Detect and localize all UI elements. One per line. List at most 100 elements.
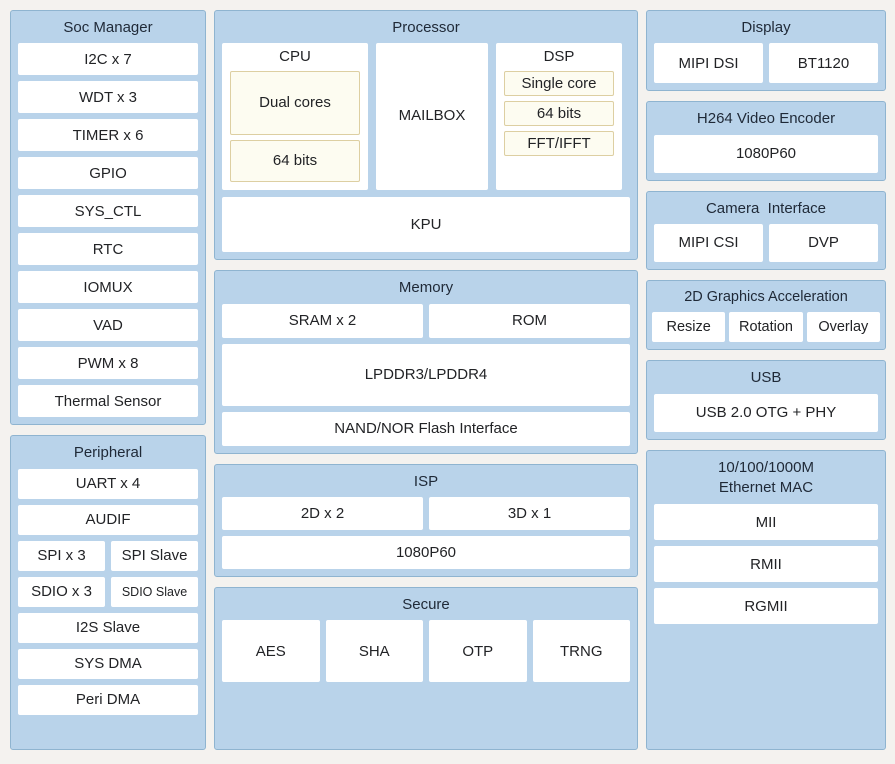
panel-video-encoder: H264 Video Encoder 1080P60 <box>646 101 886 181</box>
block-wdt: WDT x 3 <box>18 81 198 114</box>
soc-manager-items: I2C x 7 WDT x 3 TIMER x 6 GPIO SYS_CTL R… <box>18 43 198 418</box>
panel-memory: Memory SRAM x 2 ROM LPDDR3/LPDDR4 NAND/N… <box>214 270 638 454</box>
panel-title-isp: ISP <box>413 472 439 490</box>
panel-processor: Processor CPU Dual cores 64 bits MAILBOX <box>214 10 638 261</box>
block-i2s-slave: I2S Slave <box>18 612 198 643</box>
cpu-title: CPU <box>279 48 311 66</box>
block-audif: AUDIF <box>18 504 198 535</box>
block-mipi-dsi: MIPI DSI <box>654 43 763 84</box>
isp-body: 2D x 2 3D x 1 1080P60 <box>222 496 630 569</box>
block-flash-interface: NAND/NOR Flash Interface <box>222 411 630 446</box>
display-row: MIPI DSI BT1120 <box>654 43 878 84</box>
panel-title-soc-manager: Soc Manager <box>63 19 153 36</box>
block-thermal-sensor: Thermal Sensor <box>18 385 198 418</box>
dsp-title: DSP <box>543 48 575 66</box>
block-sha: SHA <box>325 620 423 682</box>
block-sys-dma: SYS DMA <box>18 648 198 679</box>
panel-camera-interface: Camera Interface MIPI CSI DVP <box>646 190 886 270</box>
dsp-feature-core: Single core <box>504 71 614 97</box>
block-rtc: RTC <box>18 233 198 266</box>
block-bt1120: BT1120 <box>769 43 878 84</box>
peripheral-items: UART x 4 AUDIF SPI x 3 SPI Slave SDIO x … <box>18 468 198 743</box>
mailbox-label: MAILBOX <box>398 106 466 124</box>
right-column: Display MIPI DSI BT1120 H264 Video Encod… <box>646 10 886 750</box>
block-rotation: Rotation <box>729 312 803 343</box>
processor-body: CPU Dual cores 64 bits MAILBOX DSP Singl… <box>222 43 630 253</box>
block-sdio-slave: SDIO Slave <box>111 576 198 607</box>
ethernet-body: MII RMII RGMII <box>654 504 878 742</box>
secure-row: AES SHA OTP TRNG <box>222 620 630 742</box>
panel-peripheral: Peripheral UART x 4 AUDIF SPI x 3 SPI Sl… <box>10 435 206 750</box>
isp-top-row: 2D x 2 3D x 1 <box>222 496 630 530</box>
panel-soc-manager: Soc Manager I2C x 7 WDT x 3 TIMER x 6 GP… <box>10 10 206 426</box>
cpu-feature-width: 64 bits <box>230 139 360 183</box>
memory-top-row: SRAM x 2 ROM <box>222 303 630 338</box>
memory-body: SRAM x 2 ROM LPDDR3/LPDDR4 NAND/NOR Flas… <box>222 303 630 446</box>
peripheral-sdio-row: SDIO x 3 SDIO Slave <box>18 576 198 607</box>
panel-title-memory: Memory <box>398 279 454 297</box>
block-mipi-csi: MIPI CSI <box>654 223 763 262</box>
dsp-features: Single core 64 bits FFT/IFFT <box>504 71 614 182</box>
block-resize: Resize <box>652 312 726 343</box>
block-dvp: DVP <box>769 223 878 262</box>
block-timer: TIMER x 6 <box>18 119 198 152</box>
2d-graphics-body: Resize Rotation Overlay <box>652 312 880 343</box>
block-i2c: I2C x 7 <box>18 43 198 76</box>
block-vad: VAD <box>18 309 198 342</box>
block-lpddr: LPDDR3/LPDDR4 <box>222 343 630 406</box>
panel-title-processor: Processor <box>392 19 460 36</box>
block-dsp: DSP Single core 64 bits FFT/IFFT <box>496 43 622 191</box>
block-peri-dma: Peri DMA <box>18 684 198 715</box>
block-sram: SRAM x 2 <box>222 303 423 338</box>
block-uart: UART x 4 <box>18 468 198 499</box>
left-column: Soc Manager I2C x 7 WDT x 3 TIMER x 6 GP… <box>10 10 206 750</box>
block-overlay: Overlay <box>806 312 880 343</box>
block-pwm: PWM x 8 <box>18 347 198 380</box>
panel-title-usb: USB <box>750 369 782 387</box>
display-body: MIPI DSI BT1120 <box>654 43 878 84</box>
block-rom: ROM <box>429 303 630 338</box>
video-encoder-body: 1080P60 <box>654 134 878 173</box>
block-kpu: KPU <box>222 197 630 253</box>
panel-title-secure: Secure <box>402 595 450 613</box>
panel-isp: ISP 2D x 2 3D x 1 1080P60 <box>214 463 638 577</box>
panel-display: Display MIPI DSI BT1120 <box>646 10 886 92</box>
block-rmii: RMII <box>654 546 878 583</box>
block-rgmii: RGMII <box>654 588 878 625</box>
block-trng: TRNG <box>532 620 630 682</box>
usb-body: USB 2.0 OTG + PHY <box>654 393 878 432</box>
block-isp-2d: 2D x 2 <box>222 496 423 530</box>
panel-usb: USB USB 2.0 OTG + PHY <box>646 360 886 440</box>
panel-secure: Secure AES SHA OTP TRNG <box>214 586 638 750</box>
block-h264-resolution: 1080P60 <box>654 134 878 173</box>
block-cpu: CPU Dual cores 64 bits <box>222 43 368 191</box>
panel-2d-graphics: 2D Graphics Acceleration Resize Rotation… <box>646 279 886 351</box>
block-sdio: SDIO x 3 <box>18 576 105 607</box>
block-iomux: IOMUX <box>18 271 198 304</box>
block-isp-resolution: 1080P60 <box>222 535 630 569</box>
camera-interface-body: MIPI CSI DVP <box>654 223 878 262</box>
block-mailbox: MAILBOX <box>376 43 488 191</box>
processor-top-row: CPU Dual cores 64 bits MAILBOX DSP Singl… <box>222 43 630 191</box>
block-spi-slave: SPI Slave <box>111 540 198 571</box>
block-usb-otg-phy: USB 2.0 OTG + PHY <box>654 393 878 432</box>
dsp-feature-fft: FFT/IFFT <box>504 131 614 157</box>
center-column: Processor CPU Dual cores 64 bits MAILBOX <box>214 10 638 750</box>
peripheral-spi-row: SPI x 3 SPI Slave <box>18 540 198 571</box>
block-spi: SPI x 3 <box>18 540 105 571</box>
panel-title-2d-graphics: 2D Graphics Acceleration <box>684 288 848 305</box>
secure-body: AES SHA OTP TRNG <box>222 620 630 742</box>
panel-title-camera-interface: Camera Interface <box>705 199 827 217</box>
2d-graphics-row: Resize Rotation Overlay <box>652 312 880 343</box>
block-isp-3d: 3D x 1 <box>429 496 630 530</box>
panel-ethernet-mac: 10/100/1000M Ethernet MAC MII RMII RGMII <box>646 449 886 750</box>
camera-row: MIPI CSI DVP <box>654 223 878 262</box>
panel-title-display: Display <box>741 19 791 36</box>
soc-block-diagram: Soc Manager I2C x 7 WDT x 3 TIMER x 6 GP… <box>0 0 895 764</box>
cpu-feature-cores: Dual cores <box>230 71 360 135</box>
panel-title-peripheral: Peripheral <box>73 444 143 462</box>
dsp-feature-width: 64 bits <box>504 101 614 127</box>
panel-title-ethernet-mac: 10/100/1000M Ethernet MAC <box>718 458 814 496</box>
block-sys-ctl: SYS_CTL <box>18 195 198 228</box>
block-mii: MII <box>654 504 878 541</box>
